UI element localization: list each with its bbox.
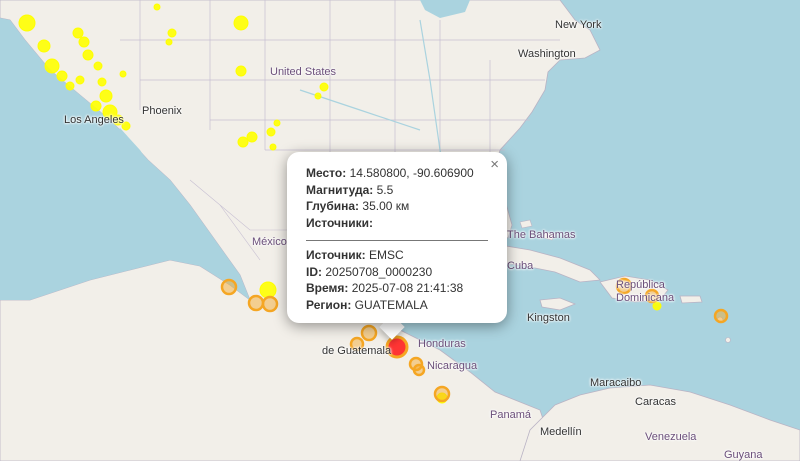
- quake-marker: [235, 65, 247, 77]
- quake-marker: [269, 143, 277, 151]
- quake-marker: [56, 70, 68, 82]
- source-row: Источник: EMSC: [306, 247, 488, 264]
- popup-content: Место: 14.580800, -90.606900 Магнитуда: …: [306, 165, 488, 313]
- country-label-united-states: United States: [270, 66, 337, 78]
- quake-marker: [319, 82, 329, 92]
- time-row: Время: 2025-07-08 21:41:38: [306, 280, 488, 297]
- land-antilles-2: [725, 337, 731, 343]
- id-value: 20250708_0000230: [325, 264, 433, 279]
- time-label: Время:: [306, 281, 349, 295]
- quake-marker: [314, 92, 322, 100]
- sources-label: Источники:: [306, 215, 374, 230]
- depth-value: 35.00 км: [362, 199, 410, 213]
- country-label-cuba: Cuba: [507, 260, 534, 272]
- id-label: ID:: [306, 264, 322, 279]
- country-label-panama: Panamá: [490, 409, 531, 421]
- quake-marker: [65, 81, 75, 91]
- quake-marker: [266, 127, 276, 137]
- quake-marker: [412, 363, 426, 377]
- city-label-guatemala: de Guatemala: [322, 345, 392, 357]
- city-label-caracas: Caracas: [635, 396, 676, 408]
- quake-marker: [119, 70, 127, 78]
- city-label-maracaibo: Maracaibo: [590, 377, 642, 389]
- region-row: Регион: GUATEMALA: [306, 297, 488, 314]
- quake-marker: [93, 61, 103, 71]
- city-label-washington: Washington: [518, 48, 576, 60]
- map-view[interactable]: New York Washington United States Phoeni…: [0, 0, 800, 461]
- quake-marker: [153, 3, 161, 11]
- quake-marker: [259, 281, 277, 299]
- close-icon[interactable]: ×: [490, 156, 499, 173]
- region-value: GUATEMALA: [354, 297, 428, 312]
- place-row: Место: 14.580800, -90.606900: [306, 165, 488, 182]
- quake-marker: [78, 36, 90, 48]
- quake-marker: [237, 136, 249, 148]
- depth-label: Глубина:: [306, 199, 360, 213]
- quake-marker: [165, 38, 173, 46]
- city-label-phoenix: Phoenix: [142, 105, 182, 117]
- source-value: EMSC: [369, 248, 404, 262]
- magnitude-row: Магнитуда: 5.5: [306, 182, 488, 199]
- country-label-bahamas: The Bahamas: [507, 229, 576, 241]
- country-label-dominicana: República Dominicana: [616, 279, 675, 304]
- quake-popup: × Место: 14.580800, -90.606900 Магнитуда…: [287, 152, 507, 323]
- quake-marker: [90, 100, 102, 112]
- popup-divider: [306, 240, 488, 241]
- country-label-mexico: México: [252, 236, 287, 248]
- quake-marker: [82, 49, 94, 61]
- quake-marker: [360, 324, 378, 342]
- country-label-nicaragua: Nicaragua: [427, 360, 478, 372]
- source-label: Источник:: [306, 248, 366, 262]
- quake-marker: [72, 27, 84, 39]
- place-label: Место:: [306, 166, 347, 180]
- quake-marker: [75, 75, 85, 85]
- city-label-kingston: Kingston: [527, 312, 570, 324]
- quake-marker: [167, 28, 177, 38]
- quake-marker: [246, 131, 258, 143]
- place-value: 14.580800, -90.606900: [349, 166, 474, 180]
- city-label-los-angeles: Los Angeles: [64, 114, 124, 126]
- city-label-medellin: Medellín: [540, 426, 582, 438]
- sources-row: Источники:: [306, 215, 488, 232]
- time-value: 2025-07-08 21:41:38: [351, 281, 464, 295]
- id-row: ID: 20250708_0000230: [306, 264, 488, 281]
- quake-marker: [99, 89, 113, 103]
- quake-marker: [44, 58, 60, 74]
- country-label-guyana: Guyana: [724, 449, 763, 461]
- quake-marker: [37, 39, 51, 53]
- land-bahamas: [519, 219, 533, 229]
- depth-row: Глубина: 35.00 км: [306, 198, 488, 215]
- quake-marker: [713, 308, 729, 324]
- quake-marker: [97, 77, 107, 87]
- quake-marker: [261, 295, 279, 313]
- city-label-new-york: New York: [555, 19, 602, 31]
- magnitude-label: Магнитуда:: [306, 182, 374, 197]
- quake-marker: [220, 278, 238, 296]
- land-jamaica: [539, 297, 577, 311]
- quake-marker: [433, 385, 451, 403]
- quake-marker: [273, 119, 281, 127]
- magnitude-value: 5.5: [376, 182, 394, 197]
- country-label-honduras: Honduras: [418, 338, 466, 350]
- region-label: Регион:: [306, 297, 352, 312]
- land-puerto-rico: [679, 295, 703, 304]
- quake-marker: [233, 15, 249, 31]
- quake-marker: [247, 294, 265, 312]
- quake-marker: [18, 14, 36, 32]
- country-label-venezuela: Venezuela: [645, 431, 697, 443]
